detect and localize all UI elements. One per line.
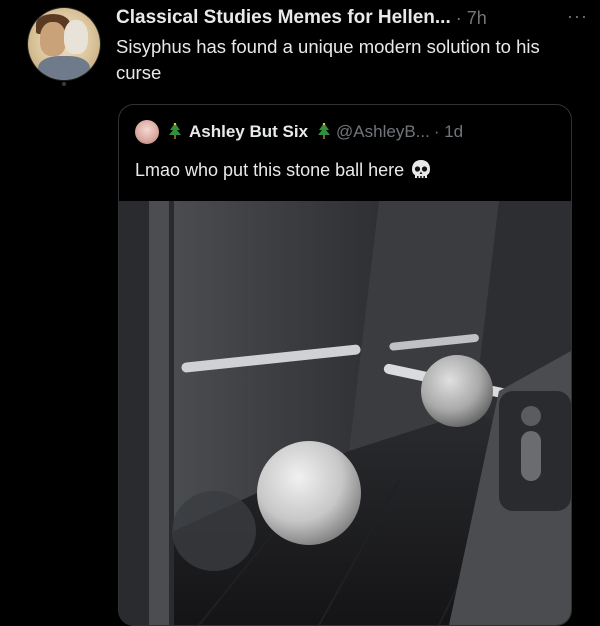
tweet-text: Sisyphus has found a unique modern solut… [116,36,540,83]
quoted-author-name[interactable]: Ashley But Six [189,122,308,142]
tweet-time[interactable]: · 7h [456,8,487,29]
author-avatar[interactable] [28,8,100,80]
quoted-tweet-header: Ashley But Six @AshleyB... · 1d [135,119,561,145]
quoted-tweet-time[interactable]: · 1d [434,122,463,142]
more-icon[interactable]: ··· [567,6,588,27]
quoted-tweet-text: Lmao who put this stone ball here [135,159,405,180]
christmas-tree-icon [169,123,181,139]
quoted-tweet-text-row: Lmao who put this stone ball here [135,159,432,181]
author-name[interactable]: Classical Studies Memes for Hellen... [116,7,451,29]
tweet-media-photo[interactable] [119,201,571,625]
quoted-author-avatar[interactable] [135,120,159,144]
avatar-cloth [38,56,90,80]
avatar-face-right [64,20,88,54]
quoted-author-handle[interactable]: @AshleyB... [336,122,430,142]
skull-icon [412,160,431,179]
thread-dot [62,82,66,86]
christmas-tree-icon [318,123,331,139]
quoted-tweet[interactable]: Ashley But Six @AshleyB... · 1d Lmao who… [118,104,572,626]
tweet-header: Classical Studies Memes for Hellen... · … [116,6,588,30]
avatar-face-left [40,22,66,56]
